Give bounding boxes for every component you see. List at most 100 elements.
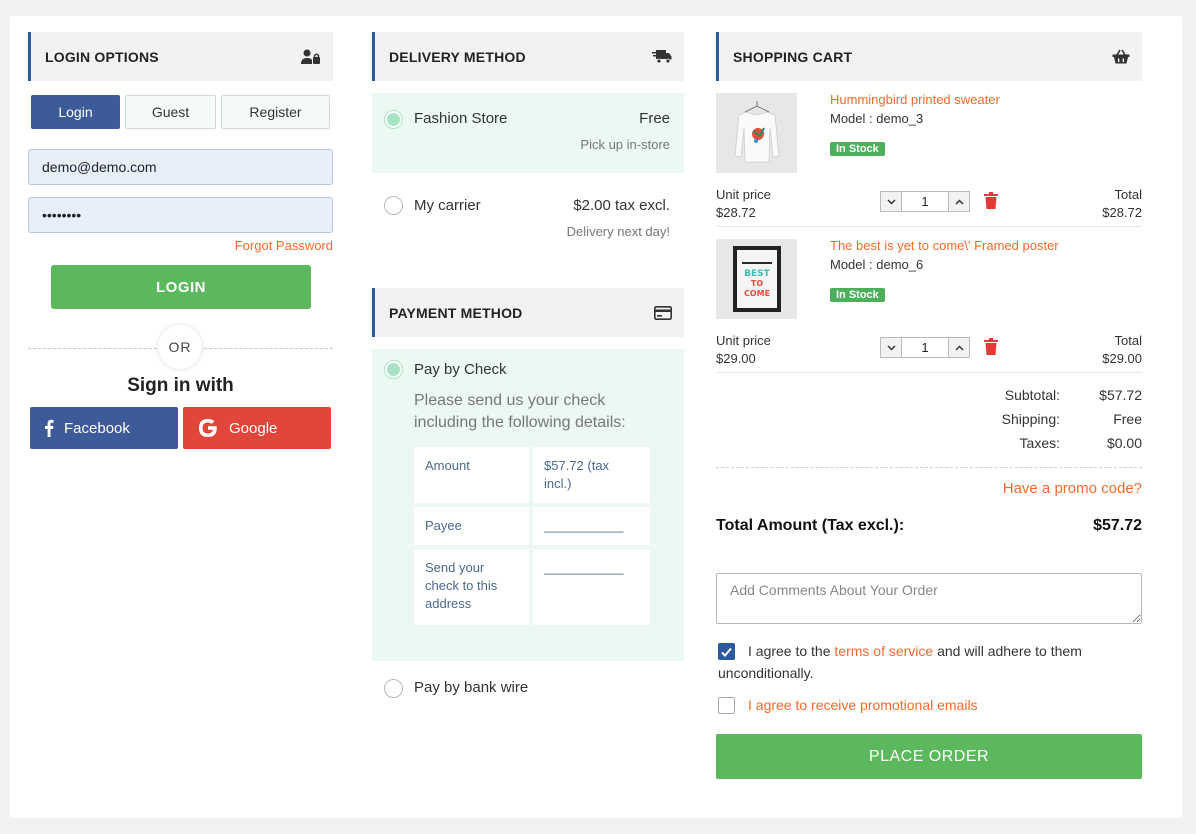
login-button[interactable]: LOGIN <box>51 265 311 309</box>
login-tabs: Login Guest Register <box>31 95 333 129</box>
google-icon <box>197 417 219 439</box>
increase-qty-button[interactable] <box>948 191 970 212</box>
checkout-card: LOGIN OPTIONS Login Guest Register Forgo… <box>10 16 1182 818</box>
product-name-link[interactable]: The best is yet to come\' Framed poster <box>830 238 1059 253</box>
promo-code-link[interactable]: Have a promo code? <box>716 480 1142 497</box>
forgot-password-link[interactable]: Forgot Password <box>28 238 333 253</box>
chevron-up-icon <box>954 344 964 351</box>
or-label: OR <box>158 325 202 369</box>
payment-option-label: Pay by bank wire <box>414 679 529 696</box>
shopping-cart-header: SHOPPING CART <box>716 32 1142 81</box>
facebook-label: Facebook <box>64 419 130 437</box>
table-row: Send your check to this address ________… <box>414 549 650 625</box>
terms-prefix: I agree to the <box>748 643 831 659</box>
in-stock-badge: In Stock <box>830 288 885 302</box>
increase-qty-button[interactable] <box>948 337 970 358</box>
total-label: Total <box>1114 187 1142 202</box>
unit-price-label: Unit price <box>716 187 771 202</box>
shipping-row: Shipping: Free <box>972 411 1142 427</box>
delivery-option-fashion-store[interactable]: Fashion Store Free Pick up in-store <box>372 93 684 173</box>
chevron-down-icon <box>886 344 896 351</box>
promo-emails-checkbox[interactable] <box>718 697 735 714</box>
truck-icon <box>652 49 672 64</box>
terms-of-service-link[interactable]: terms of service <box>834 643 933 659</box>
quantity-stepper: 1 <box>880 191 970 212</box>
payment-detail-key: Payee <box>414 507 529 545</box>
quantity-stepper: 1 <box>880 337 970 358</box>
basket-icon <box>1112 49 1130 64</box>
delivery-radio-my-carrier[interactable] <box>384 196 403 215</box>
in-stock-badge: In Stock <box>830 142 885 156</box>
taxes-row: Taxes: $0.00 <box>972 435 1142 451</box>
payment-radio-check[interactable] <box>384 360 403 379</box>
delivery-option-name: My carrier <box>414 197 481 214</box>
decrease-qty-button[interactable] <box>880 191 902 212</box>
payment-method-header: PAYMENT METHOD <box>372 288 684 337</box>
payment-detail-value: $57.72 (tax incl.) <box>533 447 650 503</box>
quantity-input[interactable]: 1 <box>902 337 948 358</box>
google-login-button[interactable]: Google <box>183 407 331 449</box>
checkmark-icon <box>721 647 732 657</box>
product-name-link[interactable]: Hummingbird printed sweater <box>830 92 1000 107</box>
sign-in-with-heading: Sign in with <box>127 375 234 396</box>
social-login: Facebook Google <box>30 407 333 449</box>
promo-emails-label[interactable]: I agree to receive promotional emails <box>748 697 978 713</box>
delivery-radio-fashion-store[interactable] <box>384 110 403 129</box>
taxes-value: $0.00 <box>1106 435 1142 451</box>
cart-item: Hummingbird printed sweater Model : demo… <box>716 81 1142 227</box>
payment-detail-value: ___________ <box>533 507 650 545</box>
product-image-sweater[interactable] <box>716 93 797 173</box>
product-image-poster[interactable]: BEST TO COME <box>716 239 797 319</box>
place-order-button[interactable]: PLACE ORDER <box>716 734 1142 779</box>
payment-option-check[interactable]: Pay by Check Please send us your check i… <box>372 349 684 661</box>
table-row: Amount $57.72 (tax incl.) <box>414 447 650 503</box>
user-lock-icon <box>301 49 321 65</box>
login-options-section: LOGIN OPTIONS Login Guest Register Forgo… <box>28 32 333 449</box>
login-options-title: LOGIN OPTIONS <box>45 48 159 65</box>
tab-guest[interactable]: Guest <box>125 95 216 129</box>
trash-icon[interactable] <box>984 338 998 360</box>
login-options-header: LOGIN OPTIONS <box>28 32 333 81</box>
chevron-down-icon <box>886 198 896 205</box>
delivery-option-name: Fashion Store <box>414 110 508 127</box>
terms-checkbox[interactable] <box>718 643 735 660</box>
quantity-input[interactable]: 1 <box>902 191 948 212</box>
tab-register[interactable]: Register <box>221 95 330 129</box>
email-field[interactable] <box>28 149 333 185</box>
payment-radio-bank-wire[interactable] <box>384 679 403 698</box>
payment-check-description: Please send us your check including the … <box>414 392 626 431</box>
payment-detail-value: ___________ <box>533 549 650 625</box>
chevron-up-icon <box>954 198 964 205</box>
tab-login[interactable]: Login <box>31 95 120 129</box>
unit-price-value: $28.72 <box>716 205 756 220</box>
shopping-cart-title: SHOPPING CART <box>733 48 853 65</box>
decrease-qty-button[interactable] <box>880 337 902 358</box>
facebook-login-button[interactable]: Facebook <box>30 407 178 449</box>
total-label: Total <box>1114 333 1142 348</box>
delivery-option-note: Delivery next day! <box>566 224 670 239</box>
facebook-icon <box>44 419 54 437</box>
delivery-option-my-carrier[interactable]: My carrier $2.00 tax excl. Delivery next… <box>372 173 684 243</box>
product-model: Model : demo_3 <box>830 111 924 126</box>
poster-text: COME <box>743 289 769 298</box>
payment-option-bank-wire[interactable]: Pay by bank wire <box>372 661 684 715</box>
unit-price-label: Unit price <box>716 333 771 348</box>
product-model: Model : demo_6 <box>830 257 924 272</box>
trash-icon[interactable] <box>984 192 998 214</box>
shopping-cart-section: SHOPPING CART Hummingbird printed sweate… <box>716 32 1142 779</box>
terms-agreement: I agree to the terms of service and will… <box>716 640 1142 684</box>
item-total-value: $28.72 <box>1102 205 1142 220</box>
terms-suffix: and will adhere to them <box>937 643 1082 659</box>
terms-line2: unconditionally. <box>718 665 814 681</box>
payment-details-table: Amount $57.72 (tax incl.) Payee ________… <box>410 443 654 629</box>
poster-text: BEST <box>744 269 770 279</box>
total-amount-value: $57.72 <box>1093 517 1142 534</box>
cart-item: BEST TO COME The best is yet to come\' Fra… <box>716 227 1142 373</box>
order-comments-input[interactable] <box>716 573 1142 624</box>
payment-method-title: PAYMENT METHOD <box>389 304 523 321</box>
total-amount-label: Total Amount (Tax excl.): <box>716 517 905 534</box>
payment-detail-key: Send your check to this address <box>414 549 529 625</box>
shipping-label: Shipping: <box>1001 411 1060 427</box>
or-divider: OR <box>28 325 333 371</box>
password-field[interactable] <box>28 197 333 233</box>
